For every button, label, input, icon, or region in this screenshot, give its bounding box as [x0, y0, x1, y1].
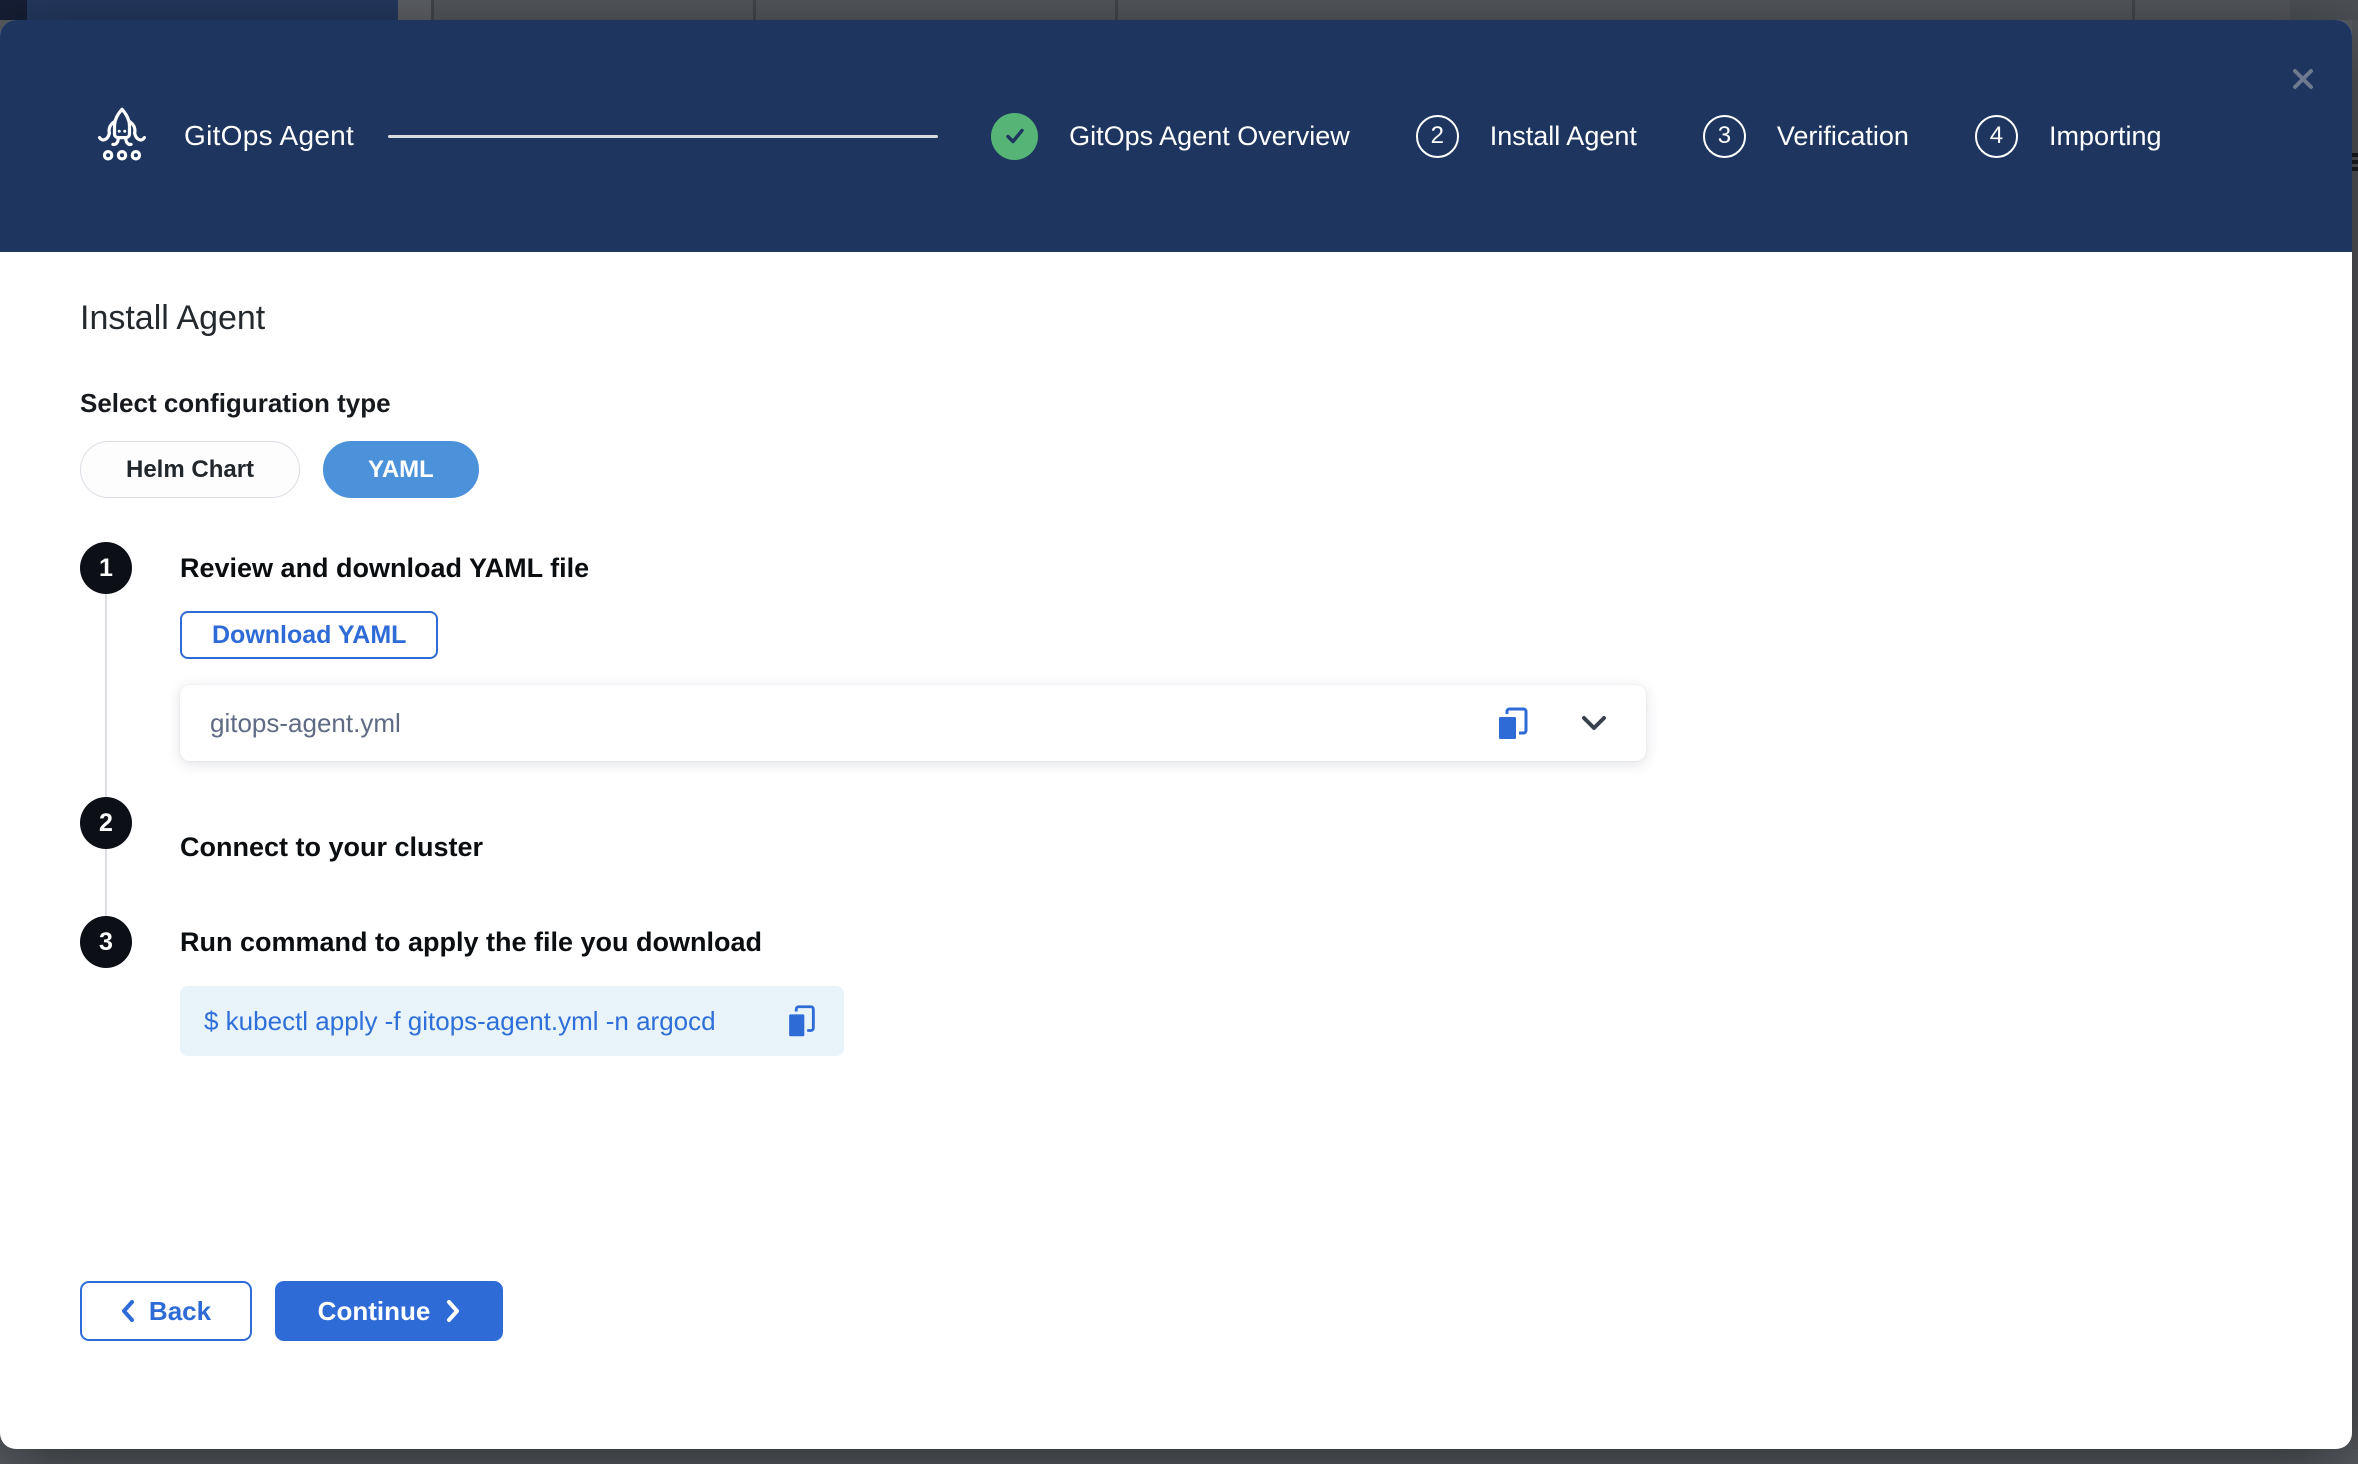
- config-type-label: Select configuration type: [80, 388, 2352, 419]
- step-3-title: Run command to apply the file you downlo…: [180, 916, 844, 968]
- wizard-title: GitOps Agent: [184, 120, 354, 152]
- step-1-title: Review and download YAML file: [180, 542, 1646, 594]
- background-bottom-edge: [0, 1449, 2358, 1464]
- helm-chart-option[interactable]: Helm Chart: [80, 441, 300, 498]
- background-divider: [2132, 0, 2135, 20]
- chevron-down-icon: [1578, 712, 1610, 734]
- wizard-header: GitOps Agent GitOps Agent Overview 2 Ins…: [0, 20, 2352, 252]
- install-step-2: 2 Connect to your cluster: [80, 797, 1780, 873]
- chevron-right-icon: [446, 1299, 460, 1323]
- background-divider: [431, 0, 434, 20]
- yaml-file-name: gitops-agent.yml: [210, 708, 1492, 739]
- wizard-footer: Back Continue: [80, 1281, 2352, 1401]
- step-3-number: 3: [80, 916, 132, 968]
- stepper-label: GitOps Agent Overview: [1069, 121, 1350, 152]
- background-app-topbar: [0, 0, 2358, 20]
- wizard-stepper: GitOps Agent Overview 2 Install Agent 3 …: [991, 113, 2161, 160]
- background-topbar-segment: [398, 0, 431, 20]
- background-right-edge: [2352, 20, 2358, 1449]
- page-title: Install Agent: [80, 296, 2352, 340]
- background-topbar-corner: [2290, 0, 2358, 20]
- background-divider: [753, 0, 756, 20]
- background-divider: [1115, 0, 1118, 20]
- argo-octopus-icon: [92, 105, 152, 167]
- copy-icon: [1492, 703, 1532, 743]
- background-nav-tab: [27, 0, 398, 20]
- step-complete-badge: [991, 113, 1038, 160]
- copy-command-button[interactable]: [782, 1001, 820, 1041]
- check-icon: [1002, 123, 1028, 149]
- back-label: Back: [149, 1296, 211, 1327]
- install-step-1: 1 Review and download YAML file Download…: [80, 542, 1780, 761]
- download-yaml-button[interactable]: Download YAML: [180, 611, 438, 659]
- gitops-agent-wizard-modal: GitOps Agent GitOps Agent Overview 2 Ins…: [0, 20, 2352, 1449]
- install-step-3: 3 Run command to apply the file you down…: [80, 916, 1780, 1056]
- header-divider-line: [388, 135, 938, 138]
- stepper-item-importing[interactable]: 4 Importing: [1975, 115, 2162, 158]
- expand-yaml-button[interactable]: [1578, 712, 1610, 734]
- wizard-body: Install Agent Select configuration type …: [0, 252, 2352, 1401]
- continue-button[interactable]: Continue: [275, 1281, 503, 1341]
- copy-icon: [782, 1001, 820, 1041]
- yaml-file-row[interactable]: gitops-agent.yml: [180, 685, 1646, 761]
- background-edge-lines: [2352, 153, 2358, 174]
- background-sidebar-edge: [0, 0, 27, 20]
- close-icon: [2288, 64, 2318, 94]
- close-button[interactable]: [2288, 64, 2318, 94]
- stepper-label: Importing: [2049, 121, 2162, 152]
- step-number-badge: 4: [1975, 115, 2018, 158]
- stepper-label: Verification: [1777, 121, 1909, 152]
- kubectl-command-box: $ kubectl apply -f gitops-agent.yml -n a…: [180, 986, 844, 1056]
- stepper-item-verification[interactable]: 3 Verification: [1703, 115, 1909, 158]
- stepper-item-overview[interactable]: GitOps Agent Overview: [991, 113, 1350, 160]
- step-1-number: 1: [80, 542, 132, 594]
- kubectl-command: $ kubectl apply -f gitops-agent.yml -n a…: [204, 1006, 782, 1037]
- back-button[interactable]: Back: [80, 1281, 252, 1341]
- step-number-badge: 2: [1416, 115, 1459, 158]
- stepper-item-install-agent[interactable]: 2 Install Agent: [1416, 115, 1637, 158]
- stepper-label: Install Agent: [1490, 121, 1637, 152]
- config-type-toggle: Helm Chart YAML: [80, 441, 2352, 498]
- continue-label: Continue: [318, 1296, 431, 1327]
- step-2-title: Connect to your cluster: [180, 821, 483, 873]
- step-2-number: 2: [80, 797, 132, 849]
- screen: GitOps Agent GitOps Agent Overview 2 Ins…: [0, 0, 2358, 1464]
- install-steps: 1 Review and download YAML file Download…: [80, 542, 1780, 1056]
- step-number-badge: 3: [1703, 115, 1746, 158]
- yaml-option[interactable]: YAML: [323, 441, 479, 498]
- copy-yaml-button[interactable]: [1492, 703, 1532, 743]
- chevron-left-icon: [121, 1299, 135, 1323]
